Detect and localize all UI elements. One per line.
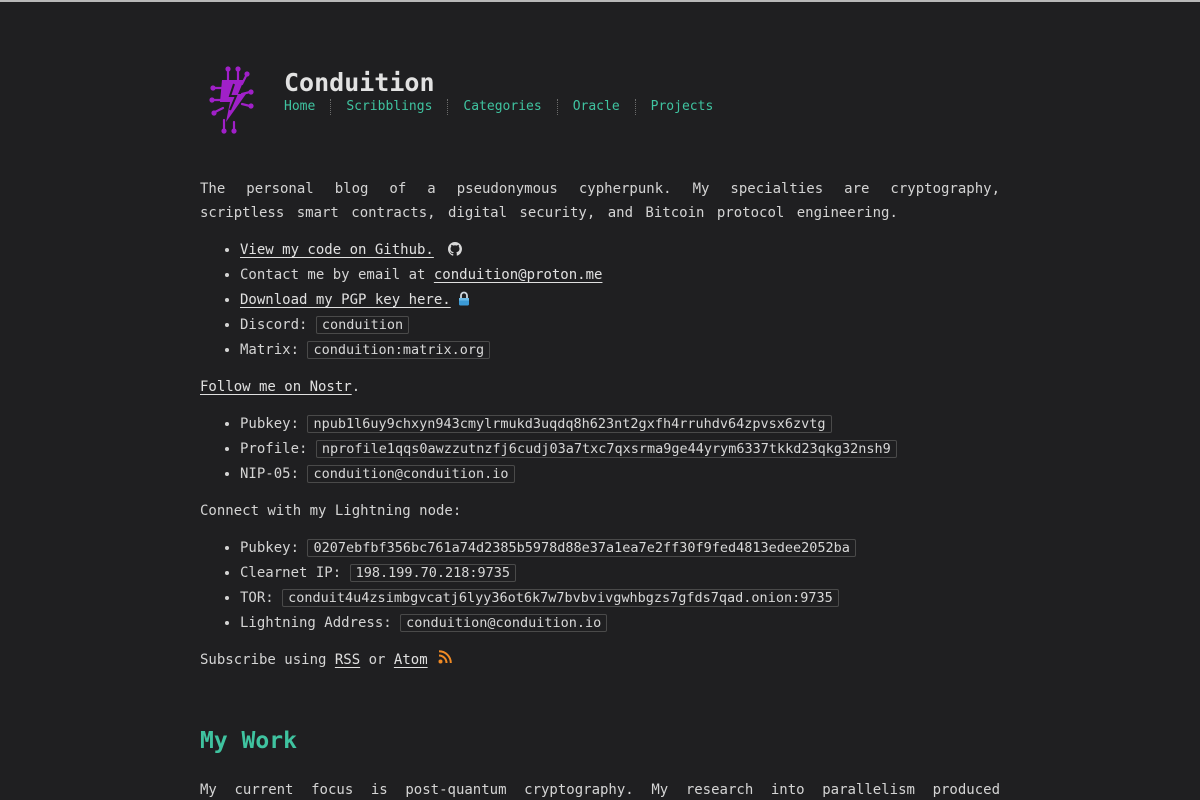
list-item: Discord: conduition bbox=[240, 313, 1000, 338]
lightning-pubkey: 0207ebfbf356bc761a74d2385b5978d88e37a1ea… bbox=[307, 539, 856, 557]
lightning-list: Pubkey: 0207ebfbf356bc761a74d2385b5978d8… bbox=[200, 536, 1000, 636]
nostr-profile: nprofile1qqs0awzzutnzfj6cudj03a7txc7qxsr… bbox=[315, 440, 897, 458]
nav-categories[interactable]: Categories bbox=[447, 99, 556, 115]
work-text: My current focus is post-quantum cryptog… bbox=[200, 782, 1000, 798]
tor-address: conduit4u4zsimbgvcatj6lyy36ot6k7w7bvbviv… bbox=[282, 589, 839, 607]
github-link[interactable]: View my code on Github. bbox=[240, 242, 434, 258]
discord-label: Discord: bbox=[240, 317, 308, 333]
github-icon bbox=[448, 242, 463, 256]
site-header: Conduition Home Scribblings Categories O… bbox=[208, 66, 728, 134]
nostr-list: Pubkey: npub1l6uy9chxyn943cmylrmukd3uqdq… bbox=[200, 412, 1000, 487]
lightning-intro: Connect with my Lightning node: bbox=[200, 503, 462, 519]
lock-icon bbox=[458, 291, 469, 306]
clearnet-ip: 198.199.70.218:9735 bbox=[349, 564, 517, 582]
pgp-link-label: Download my PGP key here. bbox=[240, 292, 451, 308]
list-item: Contact me by email at conduition@proton… bbox=[240, 263, 1000, 288]
list-item: Pubkey: 0207ebfbf356bc761a74d2385b5978d8… bbox=[240, 536, 1000, 561]
site-logo-icon[interactable] bbox=[208, 66, 256, 134]
subscribe-line: Subscribe using RSS or Atom bbox=[200, 648, 1000, 672]
rss-icon[interactable] bbox=[438, 650, 452, 664]
main-nav: Home Scribblings Categories Oracle Proje… bbox=[284, 99, 728, 115]
my-work-heading: My Work bbox=[200, 728, 297, 754]
rss-link[interactable]: RSS bbox=[335, 652, 360, 668]
lightning-address: conduition@conduition.io bbox=[400, 614, 608, 632]
nav-home[interactable]: Home bbox=[284, 99, 330, 115]
pgp-key-link[interactable]: Download my PGP key here. bbox=[240, 291, 471, 308]
lightning-address-label: Lightning Address: bbox=[240, 615, 392, 631]
matrix-label: Matrix: bbox=[240, 342, 300, 358]
discord-handle: conduition bbox=[315, 316, 410, 334]
nostr-profile-label: Profile: bbox=[240, 441, 308, 457]
subscribe-or: or bbox=[368, 652, 386, 668]
email-link[interactable]: conduition@proton.me bbox=[434, 267, 603, 283]
email-prefix: Contact me by email at bbox=[240, 267, 426, 283]
list-item: TOR: conduit4u4zsimbgvcatj6lyy36ot6k7w7b… bbox=[240, 586, 1000, 611]
list-item: Matrix: conduition:matrix.org bbox=[240, 338, 1000, 363]
lightning-pubkey-label: Pubkey: bbox=[240, 540, 300, 556]
list-item: Lightning Address: conduition@conduition… bbox=[240, 611, 1000, 636]
list-item: Profile: nprofile1qqs0awzzutnzfj6cudj03a… bbox=[240, 437, 1000, 462]
nostr-pubkey: npub1l6uy9chxyn943cmylrmukd3uqdq8h623nt2… bbox=[307, 415, 832, 433]
clearnet-label: Clearnet IP: bbox=[240, 565, 342, 581]
list-item: Pubkey: npub1l6uy9chxyn943cmylrmukd3uqdq… bbox=[240, 412, 1000, 437]
nip05-value: conduition@conduition.io bbox=[307, 465, 515, 483]
nostr-link[interactable]: Follow me on Nostr bbox=[200, 379, 352, 395]
contact-list: View my code on Github. Contact me by em… bbox=[200, 238, 1000, 363]
site-title[interactable]: Conduition bbox=[284, 68, 728, 98]
list-item: NIP-05: conduition@conduition.io bbox=[240, 462, 1000, 487]
main-content: The personal blog of a pseudonymous cyph… bbox=[200, 177, 1000, 800]
nav-oracle[interactable]: Oracle bbox=[556, 99, 635, 115]
subscribe-prefix: Subscribe using bbox=[200, 652, 327, 668]
list-item: View my code on Github. bbox=[240, 238, 1000, 263]
nip05-label: NIP-05: bbox=[240, 466, 300, 482]
matrix-handle: conduition:matrix.org bbox=[307, 341, 491, 359]
list-item: Download my PGP key here. bbox=[240, 288, 1000, 313]
nostr-follow-line: Follow me on Nostr. bbox=[200, 379, 361, 395]
list-item: Clearnet IP: 198.199.70.218:9735 bbox=[240, 561, 1000, 586]
atom-link[interactable]: Atom bbox=[394, 652, 428, 668]
nav-projects[interactable]: Projects bbox=[634, 99, 729, 115]
work-paragraph: My current focus is post-quantum cryptog… bbox=[200, 778, 1000, 800]
nostr-pubkey-label: Pubkey: bbox=[240, 416, 300, 432]
tor-label: TOR: bbox=[240, 590, 274, 606]
intro-paragraph: The personal blog of a pseudonymous cyph… bbox=[200, 181, 1000, 221]
nav-scribblings[interactable]: Scribblings bbox=[330, 99, 447, 115]
